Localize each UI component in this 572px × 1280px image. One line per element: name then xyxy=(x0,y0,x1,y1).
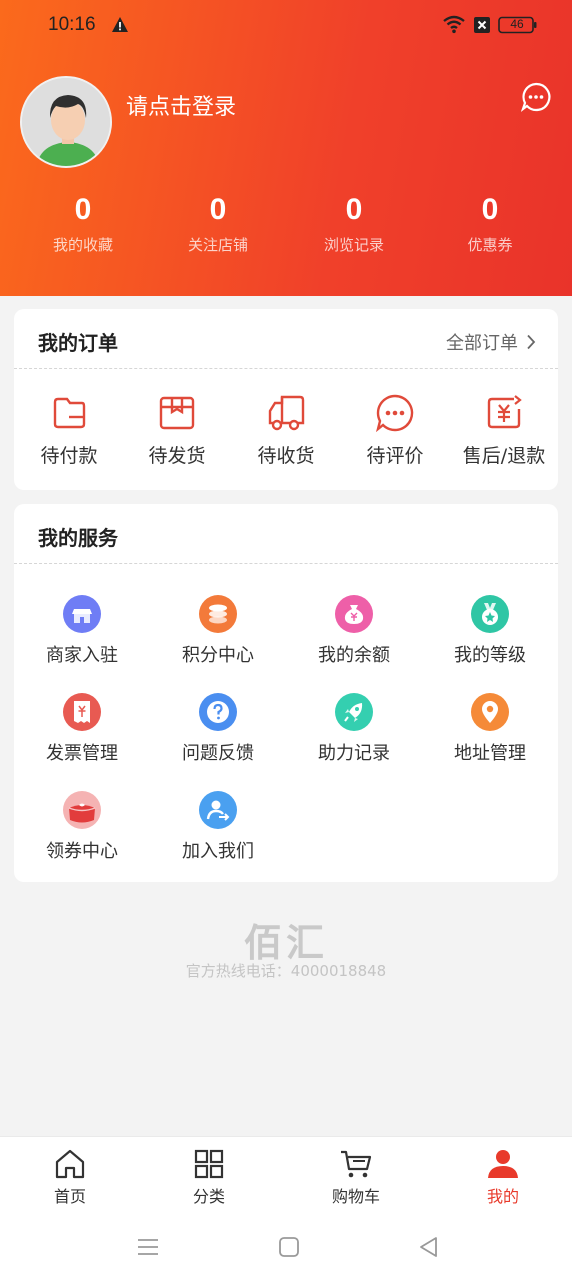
order-pending-payment[interactable]: 待付款 xyxy=(14,393,124,468)
services-title: 我的服务 xyxy=(38,526,118,550)
service-label: 积分中心 xyxy=(182,645,254,666)
service-merchant-join[interactable]: 商家入驻 xyxy=(14,595,150,667)
orders-title: 我的订单 xyxy=(38,331,118,355)
tab-label: 首页 xyxy=(53,1187,86,1206)
stat-label: 优惠券 xyxy=(467,236,513,254)
order-pending-shipment[interactable]: 待发货 xyxy=(122,393,232,468)
cart-icon xyxy=(341,1150,372,1178)
service-label: 助力记录 xyxy=(318,743,390,764)
service-label: 领券中心 xyxy=(46,841,118,862)
message-icon[interactable] xyxy=(521,82,551,112)
avatar-person-icon xyxy=(22,78,110,166)
store-icon xyxy=(63,595,101,633)
stat-coupons[interactable]: 0 优惠券 xyxy=(422,192,558,255)
order-label: 待评价 xyxy=(366,445,424,467)
brand-logo: 佰汇 xyxy=(243,921,328,965)
tab-mine[interactable]: 我的 xyxy=(453,1147,553,1207)
order-pending-review[interactable]: 待评价 xyxy=(340,393,450,468)
service-join-us[interactable]: 加入我们 xyxy=(150,791,286,863)
service-feedback[interactable]: 问题反馈 xyxy=(150,693,286,765)
system-nav-bar xyxy=(0,1216,572,1280)
hotline-text: 官方热线电话：4000018848 xyxy=(185,962,387,980)
medal-icon xyxy=(471,595,509,633)
user-icon xyxy=(488,1150,518,1178)
stat-value: 0 xyxy=(209,193,227,226)
stat-label: 浏览记录 xyxy=(323,236,384,254)
service-label: 商家入驻 xyxy=(46,645,118,666)
menu-icon[interactable] xyxy=(135,1234,161,1260)
stats-row: 0 我的收藏 0 关注店铺 0 浏览记录 0 优惠券 xyxy=(0,192,572,262)
package-icon xyxy=(159,396,195,430)
tab-label: 购物车 xyxy=(331,1187,380,1206)
home-square-icon[interactable] xyxy=(276,1234,302,1260)
profile-header: 10:16 46 请点击登录 0 我的收藏 0 关注店铺 0 浏览记录 0 优惠… xyxy=(0,0,572,296)
service-invoice[interactable]: 发票管理 xyxy=(14,693,150,765)
order-refund[interactable]: 售后/退款 xyxy=(449,393,559,468)
divider xyxy=(14,563,558,564)
comment-icon xyxy=(375,394,414,433)
stat-value: 0 xyxy=(481,193,499,226)
service-balance[interactable]: 我的余额 xyxy=(286,595,422,667)
no-sim-icon xyxy=(474,17,490,33)
avatar[interactable] xyxy=(20,76,112,168)
service-label: 我的余额 xyxy=(318,645,390,666)
service-level[interactable]: 我的等级 xyxy=(422,595,558,667)
tab-cart[interactable]: 购物车 xyxy=(306,1147,406,1207)
services-card: 我的服务 商家入驻 积分中心 我的余额 我的等级 发票管理 问题反馈 助力记录 … xyxy=(14,504,558,882)
stat-value: 0 xyxy=(345,193,363,226)
orders-card: 我的订单 全部订单 待付款 待发货 待收货 待评价 售后/退款 xyxy=(14,309,558,490)
back-icon[interactable] xyxy=(416,1234,442,1260)
tab-label: 分类 xyxy=(192,1187,225,1206)
grid-icon xyxy=(194,1149,224,1179)
service-label: 加入我们 xyxy=(182,841,254,862)
warning-icon xyxy=(112,17,128,32)
login-prompt[interactable]: 请点击登录 xyxy=(126,89,236,121)
service-assist-record[interactable]: 助力记录 xyxy=(286,693,422,765)
order-label: 待付款 xyxy=(40,445,98,467)
chevron-right-icon xyxy=(527,334,536,350)
order-pending-receipt[interactable]: 待收货 xyxy=(231,393,341,468)
stat-value: 0 xyxy=(74,193,92,226)
coupon-icon xyxy=(63,791,101,829)
rocket-icon xyxy=(335,693,373,731)
stat-followed-shops[interactable]: 0 关注店铺 xyxy=(150,192,286,255)
tab-home[interactable]: 首页 xyxy=(20,1147,120,1207)
status-bar: 10:16 46 xyxy=(0,0,572,52)
tab-label: 我的 xyxy=(486,1187,519,1206)
stat-favorites[interactable]: 0 我的收藏 xyxy=(15,192,151,255)
stat-history[interactable]: 0 浏览记录 xyxy=(286,192,422,255)
home-icon xyxy=(55,1149,85,1179)
location-icon xyxy=(471,693,509,731)
service-label: 地址管理 xyxy=(454,743,526,764)
wifi-icon xyxy=(443,15,465,34)
wallet-icon xyxy=(53,397,86,429)
tab-category[interactable]: 分类 xyxy=(159,1147,259,1207)
coins-icon xyxy=(199,595,237,633)
stat-label: 我的收藏 xyxy=(52,236,113,254)
refund-icon xyxy=(487,395,522,429)
service-coupon-center[interactable]: 领券中心 xyxy=(14,791,150,863)
service-label: 我的等级 xyxy=(454,645,526,666)
service-label: 发票管理 xyxy=(46,743,118,764)
stat-label: 关注店铺 xyxy=(187,236,248,254)
service-address[interactable]: 地址管理 xyxy=(422,693,558,765)
status-time: 10:16 xyxy=(48,14,96,35)
divider xyxy=(14,368,558,369)
order-label: 待发货 xyxy=(148,445,206,467)
money-bag-icon xyxy=(335,595,373,633)
order-label: 待收货 xyxy=(257,445,315,467)
bottom-tab-bar: 首页 分类 购物车 我的 xyxy=(0,1136,572,1216)
join-user-icon xyxy=(199,791,237,829)
truck-icon xyxy=(268,395,305,431)
all-orders-label: 全部订单 xyxy=(446,333,518,354)
service-points-center[interactable]: 积分中心 xyxy=(150,595,286,667)
order-label: 售后/退款 xyxy=(462,445,546,467)
all-orders-link[interactable]: 全部订单 xyxy=(446,329,536,355)
service-label: 问题反馈 xyxy=(182,743,254,764)
invoice-icon xyxy=(63,693,101,731)
question-icon xyxy=(199,693,237,731)
battery-level: 46 xyxy=(510,17,524,31)
